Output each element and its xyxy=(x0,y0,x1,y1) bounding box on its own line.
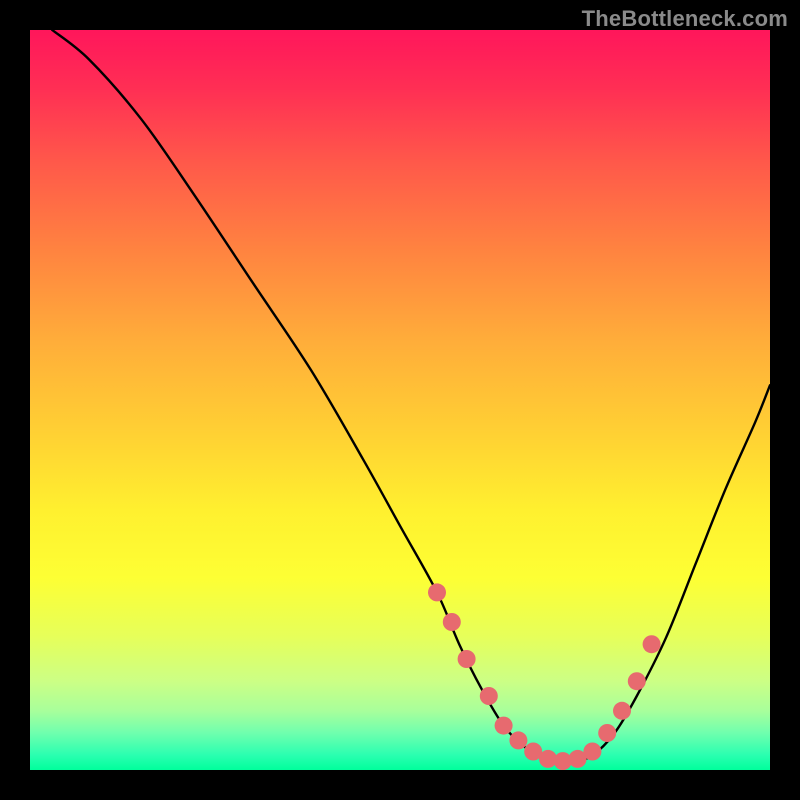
chart-stage: TheBottleneck.com xyxy=(0,0,800,800)
watermark-text: TheBottleneck.com xyxy=(582,6,788,32)
plot-area xyxy=(30,30,770,770)
heat-gradient xyxy=(30,30,770,770)
